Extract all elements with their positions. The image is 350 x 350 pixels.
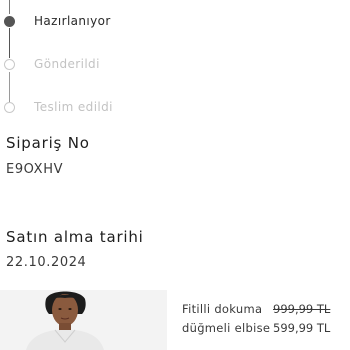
product-name[interactable]: Fitilli dokuma düğmeli elbise [182, 300, 282, 338]
purchase-date-value: 22.10.2024 [6, 255, 87, 270]
product-model-photo [26, 291, 104, 350]
product-original-price: 999,99 TL [273, 302, 331, 316]
order-number-value: E9OXHV [6, 162, 64, 177]
timeline-connector [9, 28, 10, 58]
status-step-shipped: Gönderildi [34, 57, 100, 71]
order-status-timeline: Hazırlanıyor Gönderildi Teslim edildi [0, 0, 350, 130]
product-image[interactable] [0, 290, 167, 350]
status-dot-pending [4, 102, 15, 113]
purchase-date-label: Satın alma tarihi [6, 228, 144, 246]
status-dot-active [4, 16, 15, 27]
status-step-delivered: Teslim edildi [34, 100, 113, 114]
timeline-connector [9, 72, 10, 102]
order-number-label: Sipariş No [6, 134, 90, 152]
product-sale-price: 599,99 TL [273, 321, 331, 335]
status-step-preparing: Hazırlanıyor [34, 14, 111, 28]
status-dot-pending [4, 59, 15, 70]
timeline-connector [9, 0, 10, 14]
